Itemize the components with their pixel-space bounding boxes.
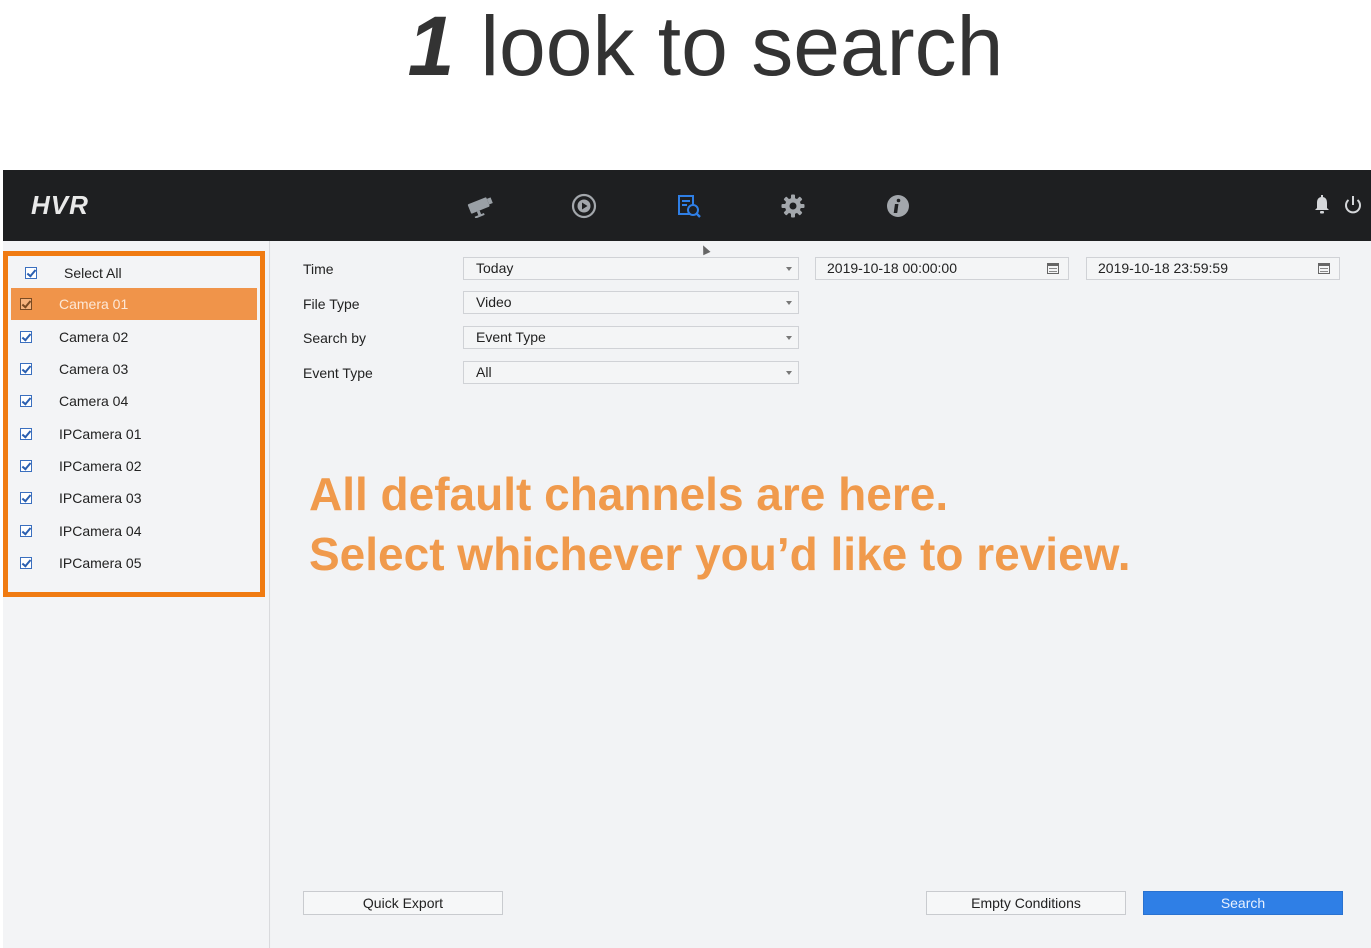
checkbox-icon	[20, 363, 32, 375]
power-icon[interactable]	[1342, 194, 1364, 216]
search-button[interactable]: Search	[1143, 891, 1343, 915]
channel-label: IPCamera 01	[59, 426, 142, 442]
search-conditions-panel: Time Today 2019-10-18 00:00:00 2019-10-1…	[271, 241, 1371, 948]
search-by-select-value: Event Type	[476, 329, 546, 345]
quick-export-button[interactable]: Quick Export	[303, 891, 503, 915]
chevron-down-icon	[786, 301, 792, 305]
select-all-checkbox[interactable]: Select All	[11, 257, 257, 289]
checkbox-icon	[20, 298, 32, 310]
select-all-label: Select All	[64, 265, 122, 281]
annotation-line-2: Select whichever you’d like to review.	[309, 528, 1131, 580]
start-datetime-value: 2019-10-18 00:00:00	[827, 260, 957, 276]
channel-sidebar: Select All Camera 01 Camera 02 Camera 03…	[3, 241, 270, 948]
file-type-select[interactable]: Video	[463, 291, 799, 314]
checkbox-icon	[20, 525, 32, 537]
channel-item-camera-03[interactable]: Camera 03	[11, 353, 257, 385]
event-type-select-value: All	[476, 364, 492, 380]
channel-item-camera-01[interactable]: Camera 01	[11, 288, 257, 320]
channel-item-camera-02[interactable]: Camera 02	[11, 321, 257, 353]
info-icon[interactable]	[882, 190, 914, 222]
time-select-value: Today	[476, 260, 514, 276]
search-by-label: Search by	[303, 330, 367, 346]
chevron-down-icon	[786, 267, 792, 271]
start-datetime-field[interactable]: 2019-10-18 00:00:00	[815, 257, 1069, 280]
channel-label: Camera 02	[59, 329, 129, 345]
app-logo: HVR	[31, 190, 89, 220]
checkbox-icon	[20, 557, 32, 569]
channel-label: Camera 03	[59, 361, 129, 377]
channel-item-camera-04[interactable]: Camera 04	[11, 385, 257, 417]
channel-label: IPCamera 04	[59, 523, 142, 539]
mouse-cursor-icon	[699, 243, 711, 256]
chevron-down-icon	[786, 371, 792, 375]
channel-label: IPCamera 03	[59, 490, 142, 506]
calendar-icon[interactable]	[1318, 263, 1330, 274]
channel-item-ipcamera-04[interactable]: IPCamera 04	[11, 515, 257, 547]
checkbox-icon	[20, 460, 32, 472]
calendar-icon[interactable]	[1047, 263, 1059, 274]
gear-icon[interactable]	[777, 190, 809, 222]
checkbox-icon	[20, 428, 32, 440]
checkbox-icon	[20, 331, 32, 343]
search-icon[interactable]	[673, 190, 705, 222]
checkbox-icon	[25, 267, 37, 279]
channel-item-ipcamera-05[interactable]: IPCamera 05	[11, 547, 257, 579]
bell-icon[interactable]	[1311, 194, 1333, 216]
file-type-label: File Type	[303, 296, 360, 312]
end-datetime-field[interactable]: 2019-10-18 23:59:59	[1086, 257, 1340, 280]
channel-label: Camera 04	[59, 393, 129, 409]
hvr-app-window: HVR Select All Camera 01 Camera 02 Camer…	[3, 170, 1371, 948]
time-label: Time	[303, 261, 334, 277]
checkbox-icon	[20, 492, 32, 504]
channel-label: IPCamera 05	[59, 555, 142, 571]
search-by-select[interactable]: Event Type	[463, 326, 799, 349]
channel-label: IPCamera 02	[59, 458, 142, 474]
channel-item-ipcamera-01[interactable]: IPCamera 01	[11, 418, 257, 450]
annotation-line-1: All default channels are here.	[309, 468, 949, 520]
playback-icon[interactable]	[568, 190, 600, 222]
hero-title-text: look to search	[480, 0, 1004, 93]
event-type-select[interactable]: All	[463, 361, 799, 384]
checkbox-icon	[20, 395, 32, 407]
channel-item-ipcamera-02[interactable]: IPCamera 02	[11, 450, 257, 482]
time-select[interactable]: Today	[463, 257, 799, 280]
hero-step-number: 1	[407, 0, 455, 93]
event-type-label: Event Type	[303, 365, 373, 381]
hero-banner: 1 look to search	[0, 0, 1371, 170]
file-type-select-value: Video	[476, 294, 512, 310]
channel-item-ipcamera-03[interactable]: IPCamera 03	[11, 482, 257, 514]
hero-title: 1 look to search	[0, 0, 1371, 92]
channel-label: Camera 01	[59, 296, 129, 312]
top-navigation-bar: HVR	[3, 170, 1371, 241]
camera-icon[interactable]	[464, 190, 496, 222]
channel-list-highlight: Select All Camera 01 Camera 02 Camera 03…	[3, 251, 265, 597]
chevron-down-icon	[786, 336, 792, 340]
end-datetime-value: 2019-10-18 23:59:59	[1098, 260, 1228, 276]
empty-conditions-button[interactable]: Empty Conditions	[926, 891, 1126, 915]
